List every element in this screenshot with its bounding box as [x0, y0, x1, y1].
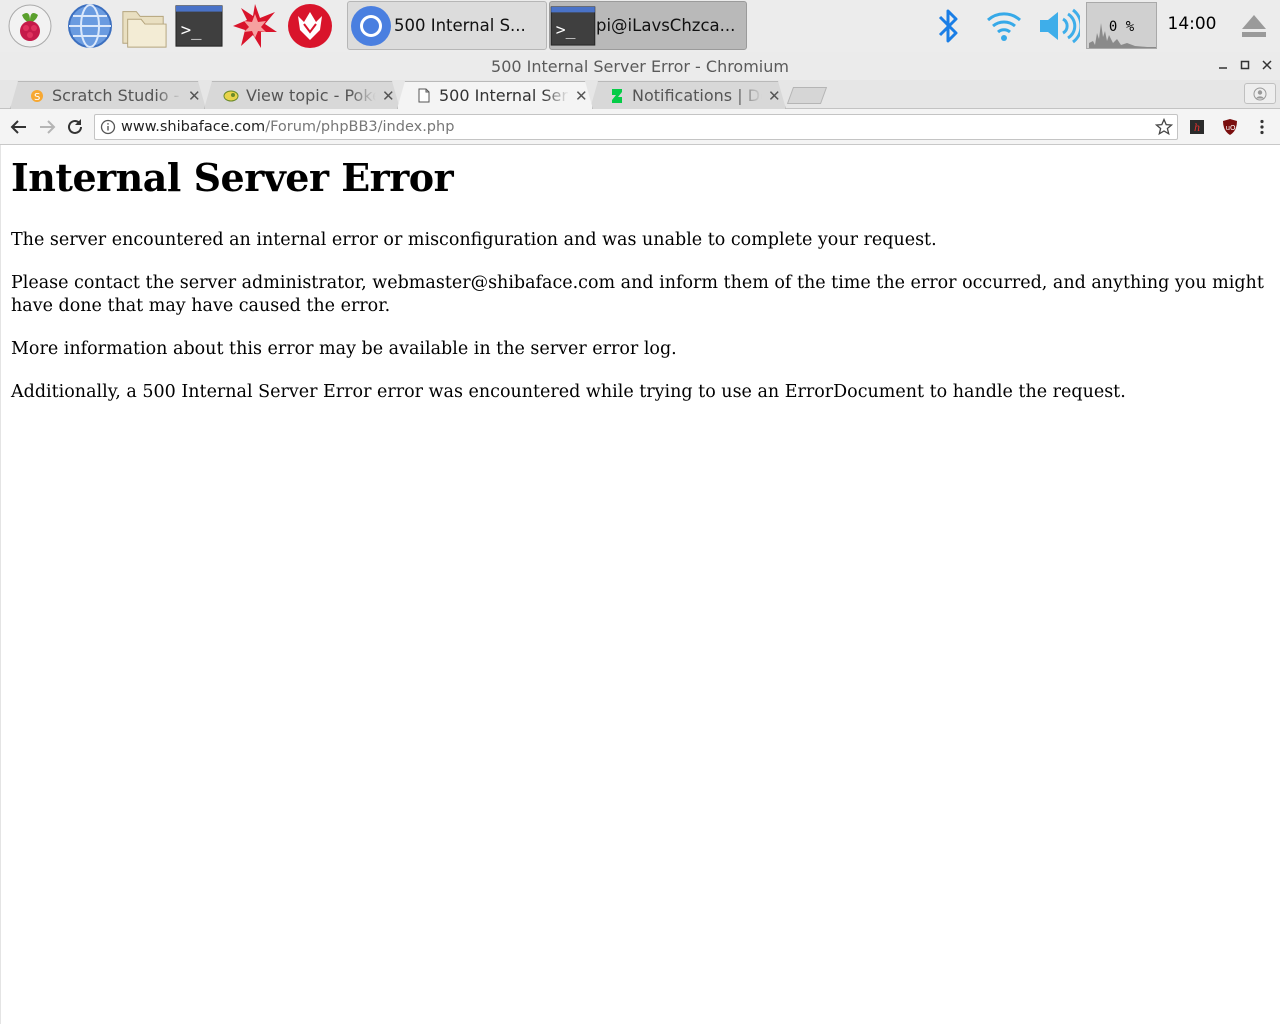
task-label: 500 Internal S... [394, 16, 526, 35]
mathematica-icon[interactable] [231, 2, 279, 50]
volume-icon[interactable] [1034, 0, 1082, 52]
svg-text:>_: >_ [556, 20, 576, 39]
tab-view-topic[interactable]: View topic - Poke ✕ [204, 81, 400, 109]
wolfram-icon[interactable] [286, 2, 334, 50]
url-text: www.shibaface.com/Forum/phpBB3/index.php [121, 119, 454, 135]
tab-close-icon[interactable]: ✕ [768, 87, 781, 105]
raspberry-menu-icon[interactable] [6, 2, 54, 50]
profile-icon[interactable] [1244, 83, 1276, 104]
url-path: /Forum/phpBB3/index.php [265, 119, 455, 135]
task-label: pi@iLavsChzca... [596, 16, 736, 35]
maximize-button[interactable] [1236, 56, 1254, 74]
document-favicon-icon [416, 88, 432, 104]
forward-arrow-icon[interactable] [36, 116, 58, 138]
url-host: www.shibaface.com [121, 119, 266, 135]
chromium-icon [348, 3, 394, 49]
deviantart-favicon-icon [609, 88, 625, 104]
tab-strip: S Scratch Studio - ✕ View topic - Poke ✕… [0, 80, 1280, 109]
svg-text:S: S [34, 92, 40, 103]
close-button[interactable] [1258, 56, 1276, 74]
tab-label: 500 Internal Ser [439, 86, 568, 105]
clock[interactable]: 14:00 [1162, 14, 1222, 34]
minimize-button[interactable] [1214, 56, 1232, 74]
page-heading: Internal Server Error [11, 155, 454, 200]
svg-text:>_: >_ [181, 21, 202, 41]
error-paragraph: The server encountered an internal error… [11, 230, 937, 250]
cpu-usage-text: 0 % [1108, 19, 1135, 35]
svg-text:h: h [1194, 123, 1200, 134]
tab-scratch-studio[interactable]: S Scratch Studio - ✕ [10, 81, 206, 109]
log-paragraph: More information about this error may be… [11, 339, 677, 359]
browser-toolbar: www.shibaface.com/Forum/phpBB3/index.php… [0, 109, 1280, 145]
tab-notifications[interactable]: Notifications | De ✕ [590, 81, 786, 109]
eject-icon[interactable] [1234, 0, 1274, 52]
ublock-origin-icon[interactable]: uO [1221, 118, 1239, 136]
task-chromium[interactable]: 500 Internal S... [347, 1, 547, 50]
tab-close-icon[interactable]: ✕ [575, 87, 588, 105]
file-manager-icon[interactable] [120, 2, 168, 50]
menu-dots-icon[interactable] [1253, 118, 1271, 136]
terminal-icon: >_ [550, 3, 596, 49]
contact-paragraph: Please contact the server administrator,… [11, 273, 1264, 316]
tab-label: Scratch Studio - [52, 86, 180, 105]
tab-label: View topic - Poke [246, 86, 376, 105]
reload-icon[interactable] [64, 116, 86, 138]
errordocument-paragraph: Additionally, a 500 Internal Server Erro… [11, 382, 1126, 402]
page-content: Internal Server Error The server encount… [0, 145, 1280, 1024]
task-terminal[interactable]: >_ pi@iLavsChzca... [549, 1, 747, 50]
tab-close-icon[interactable]: ✕ [382, 87, 395, 105]
wifi-icon[interactable] [982, 0, 1026, 52]
info-icon[interactable] [100, 119, 116, 135]
bluetooth-icon[interactable] [928, 0, 968, 52]
tab-close-icon[interactable]: ✕ [188, 87, 201, 105]
forum-favicon-icon [223, 88, 239, 104]
web-browser-icon[interactable] [66, 2, 114, 50]
extension-h-icon[interactable]: h [1188, 118, 1206, 136]
scratch-favicon-icon: S [29, 88, 45, 104]
address-bar[interactable]: www.shibaface.com/Forum/phpBB3/index.php [94, 114, 1178, 140]
back-arrow-icon[interactable] [8, 116, 30, 138]
desktop-taskbar: >_ 500 Internal S... >_ pi@iLavsChzca...… [0, 0, 1280, 52]
svg-text:uO: uO [1226, 124, 1236, 132]
new-tab-button[interactable] [786, 87, 828, 104]
bookmark-star-icon[interactable] [1155, 118, 1173, 136]
cpu-monitor[interactable]: 0 % [1086, 2, 1157, 49]
window-title: 500 Internal Server Error - Chromium [491, 57, 789, 76]
tab-label: Notifications | De [632, 86, 762, 105]
window-titlebar[interactable]: 500 Internal Server Error - Chromium [0, 52, 1280, 80]
tab-500-error[interactable]: 500 Internal Ser ✕ [397, 81, 593, 109]
terminal-icon[interactable]: >_ [175, 2, 223, 50]
